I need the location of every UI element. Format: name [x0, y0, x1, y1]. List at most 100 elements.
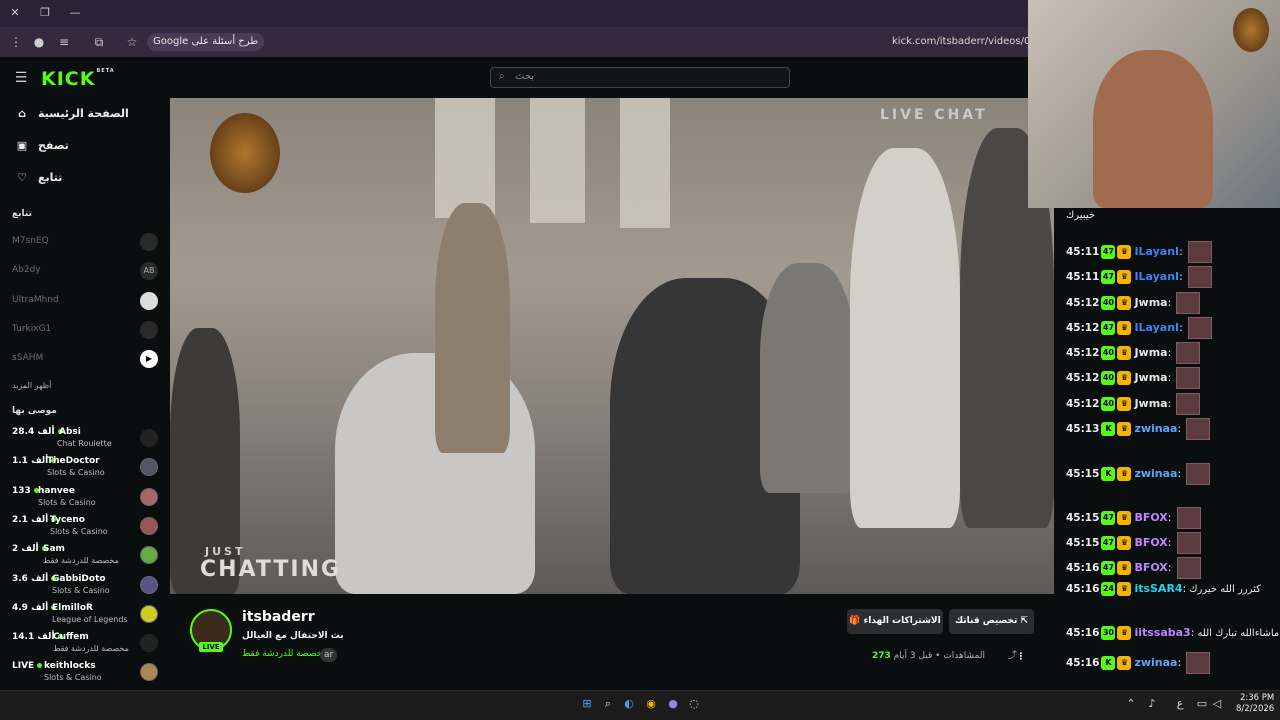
sub-badge-icon: 47 — [1101, 321, 1116, 335]
chat-username[interactable]: BFOX — [1134, 561, 1167, 574]
lion-logo — [1233, 8, 1269, 52]
minimize-icon[interactable]: — — [65, 4, 85, 22]
video-player[interactable] — [170, 98, 1054, 594]
volume-icon[interactable]: ◁ — [1210, 697, 1224, 711]
chat-username[interactable]: Jwma — [1134, 296, 1167, 309]
recommended-item[interactable]: 133 hanvee Slots & Casino — [12, 486, 162, 514]
following-item[interactable]: sSAHM — [12, 353, 43, 363]
chat-message: 45:16 47 ♛ BFOX: — [1066, 557, 1266, 579]
sub-badge-icon: 47 — [1101, 536, 1116, 550]
avatar[interactable]: AB — [140, 262, 158, 280]
chat-username[interactable]: zwinaa — [1134, 467, 1177, 480]
tab-search-icon[interactable]: ≡ — [56, 34, 72, 50]
chat-username[interactable]: iitssaba3 — [1134, 626, 1190, 639]
chat-timestamp: 45:16 — [1066, 583, 1100, 595]
crown-badge-icon: ♛ — [1117, 467, 1132, 481]
extensions-icon[interactable]: ⧉ — [91, 34, 107, 50]
sub-badge-icon: 40 — [1101, 296, 1116, 310]
nav-browse[interactable]: ▣ تصفح — [14, 139, 69, 152]
chat-username[interactable]: BFOX — [1134, 536, 1167, 549]
search-icon[interactable]: ⌕ — [601, 697, 615, 711]
chat-username[interactable]: zwinaa — [1134, 422, 1177, 435]
overlay-live-chat: LIVE CHAT — [880, 107, 988, 123]
customize-channel-button[interactable]: تخصيص قناتك ⇱ — [949, 609, 1034, 634]
play-icon[interactable]: ▶ — [140, 350, 158, 368]
recommended-item[interactable]: 14.1 ألف Cuffem مخصصة للدردشة فقط — [12, 632, 162, 660]
sub-badge-icon: 47 — [1101, 511, 1116, 525]
chat-username[interactable]: ILayanI — [1134, 321, 1179, 334]
stream-category[interactable]: مخصصة للدردشة فقط — [242, 649, 327, 659]
nav-home[interactable]: ⌂ الصفحة الرئيسية — [14, 107, 129, 120]
recommended-item[interactable]: 2.1 ألف Tyceno Slots & Casino — [12, 515, 162, 543]
recommended-item[interactable]: 28.4 ألف Absi Chat Roulette — [12, 427, 162, 455]
chat-separator: : — [1179, 245, 1183, 258]
crown-badge-icon: ♛ — [1117, 626, 1132, 640]
chat-message: 45:13 K ♛ zwinaa: — [1066, 418, 1266, 440]
google-ask-chip[interactable]: Google طرح أسئلة على — [147, 33, 265, 51]
avatar[interactable] — [140, 292, 158, 310]
recommended-item[interactable]: 2 ألف Sam مخصصة للدردشة فقط — [12, 544, 162, 572]
following-item[interactable]: M7snEQ — [12, 236, 49, 246]
search-input[interactable]: ⌕ بحث — [490, 67, 790, 88]
following-item[interactable]: UltraMhnd — [12, 295, 59, 305]
chevron-up-icon[interactable]: ⌃ — [1124, 697, 1138, 711]
following-section-title: تتابع — [12, 209, 32, 219]
hamburger-menu-icon[interactable]: ☰ — [13, 70, 29, 86]
gift-subs-button[interactable]: 🎁 الاشتراكات الهداء — [847, 609, 943, 634]
chat-username[interactable]: Jwma — [1134, 371, 1167, 384]
emote-icon — [1176, 532, 1201, 554]
search-placeholder: بحث — [515, 71, 535, 82]
emote-icon — [1176, 342, 1201, 364]
chat-username[interactable]: Jwma — [1134, 397, 1167, 410]
channel-name[interactable]: itsbaderr — [242, 609, 315, 625]
clock[interactable]: 2:36 PM 8/2/2026 — [1236, 693, 1274, 715]
emote-icon — [1176, 507, 1201, 529]
browse-icon: ▣ — [16, 139, 28, 152]
language-indicator[interactable]: ع — [1173, 697, 1187, 711]
url-field[interactable]: kick.com/itsbaderr/videos/019fb3 — [892, 36, 1028, 47]
app-icon[interactable]: ◌ — [687, 697, 701, 711]
star-icon[interactable]: ☆ — [124, 34, 140, 50]
chat-username[interactable]: ILayanI — [1134, 245, 1179, 258]
emote-icon — [1176, 367, 1201, 389]
chat-username[interactable]: BFOX — [1134, 511, 1167, 524]
following-item[interactable]: Ab2dy — [12, 265, 41, 275]
chat-timestamp: 45:12 — [1066, 347, 1100, 359]
chat-username[interactable]: itsSAR4 — [1134, 582, 1182, 595]
avatar[interactable] — [140, 321, 158, 339]
crown-badge-icon: ♛ — [1117, 511, 1132, 525]
chat-message: 45:12 40 ♛ Jwma: — [1066, 292, 1266, 314]
wall-panel — [435, 98, 495, 218]
recommended-item[interactable]: 3.6 ألف GabbiDoto Slots & Casino — [12, 574, 162, 602]
app-icon[interactable]: ● — [666, 697, 680, 711]
following-item[interactable]: TurkixG1 — [12, 324, 51, 334]
restore-icon[interactable]: ❐ — [35, 4, 55, 22]
show-more-link[interactable]: أظهر المزيد — [12, 381, 51, 390]
profile-icon[interactable]: ● — [31, 34, 47, 50]
network-icon[interactable]: ▭ — [1195, 697, 1209, 711]
chat-message: 45:16 K ♛ zwinaa: — [1066, 652, 1266, 674]
chat-username[interactable]: ILayanI — [1134, 270, 1179, 283]
emote-icon — [1186, 418, 1211, 440]
recommended-item[interactable]: 1.1 ألف TheDoctor Slots & Casino — [12, 456, 162, 484]
chat-separator: : — [1177, 467, 1182, 480]
sub-badge-icon: 47 — [1101, 270, 1116, 284]
more-options-icon[interactable]: ⋮ — [1012, 645, 1030, 670]
search-icon: ⌕ — [499, 71, 505, 82]
chat-username[interactable]: Jwma — [1134, 346, 1167, 359]
menu-dots-icon[interactable]: ⋮ — [8, 34, 24, 50]
edge-icon[interactable]: ◐ — [622, 697, 636, 711]
chat-timestamp: 45:12 — [1066, 372, 1100, 384]
kick-logo[interactable]: KICKBETA — [41, 68, 115, 90]
windows-start-icon[interactable]: ⊞ — [580, 697, 594, 711]
mic-icon[interactable]: ♪ — [1145, 697, 1159, 711]
chat-username[interactable]: zwinaa — [1134, 656, 1177, 669]
recommended-item[interactable]: 4.9 ألف ElmilloR League of Legends — [12, 603, 162, 631]
emote-icon — [1176, 557, 1201, 579]
chat-timestamp: 45:15 — [1066, 468, 1100, 480]
nav-following[interactable]: ♡ تتابع — [14, 171, 62, 184]
chrome-icon[interactable]: ◉ — [644, 697, 658, 711]
close-icon[interactable]: ✕ — [5, 4, 25, 22]
avatar[interactable] — [140, 233, 158, 251]
recommended-item[interactable]: LIVE keithlocks Slots & Casino — [12, 661, 162, 689]
